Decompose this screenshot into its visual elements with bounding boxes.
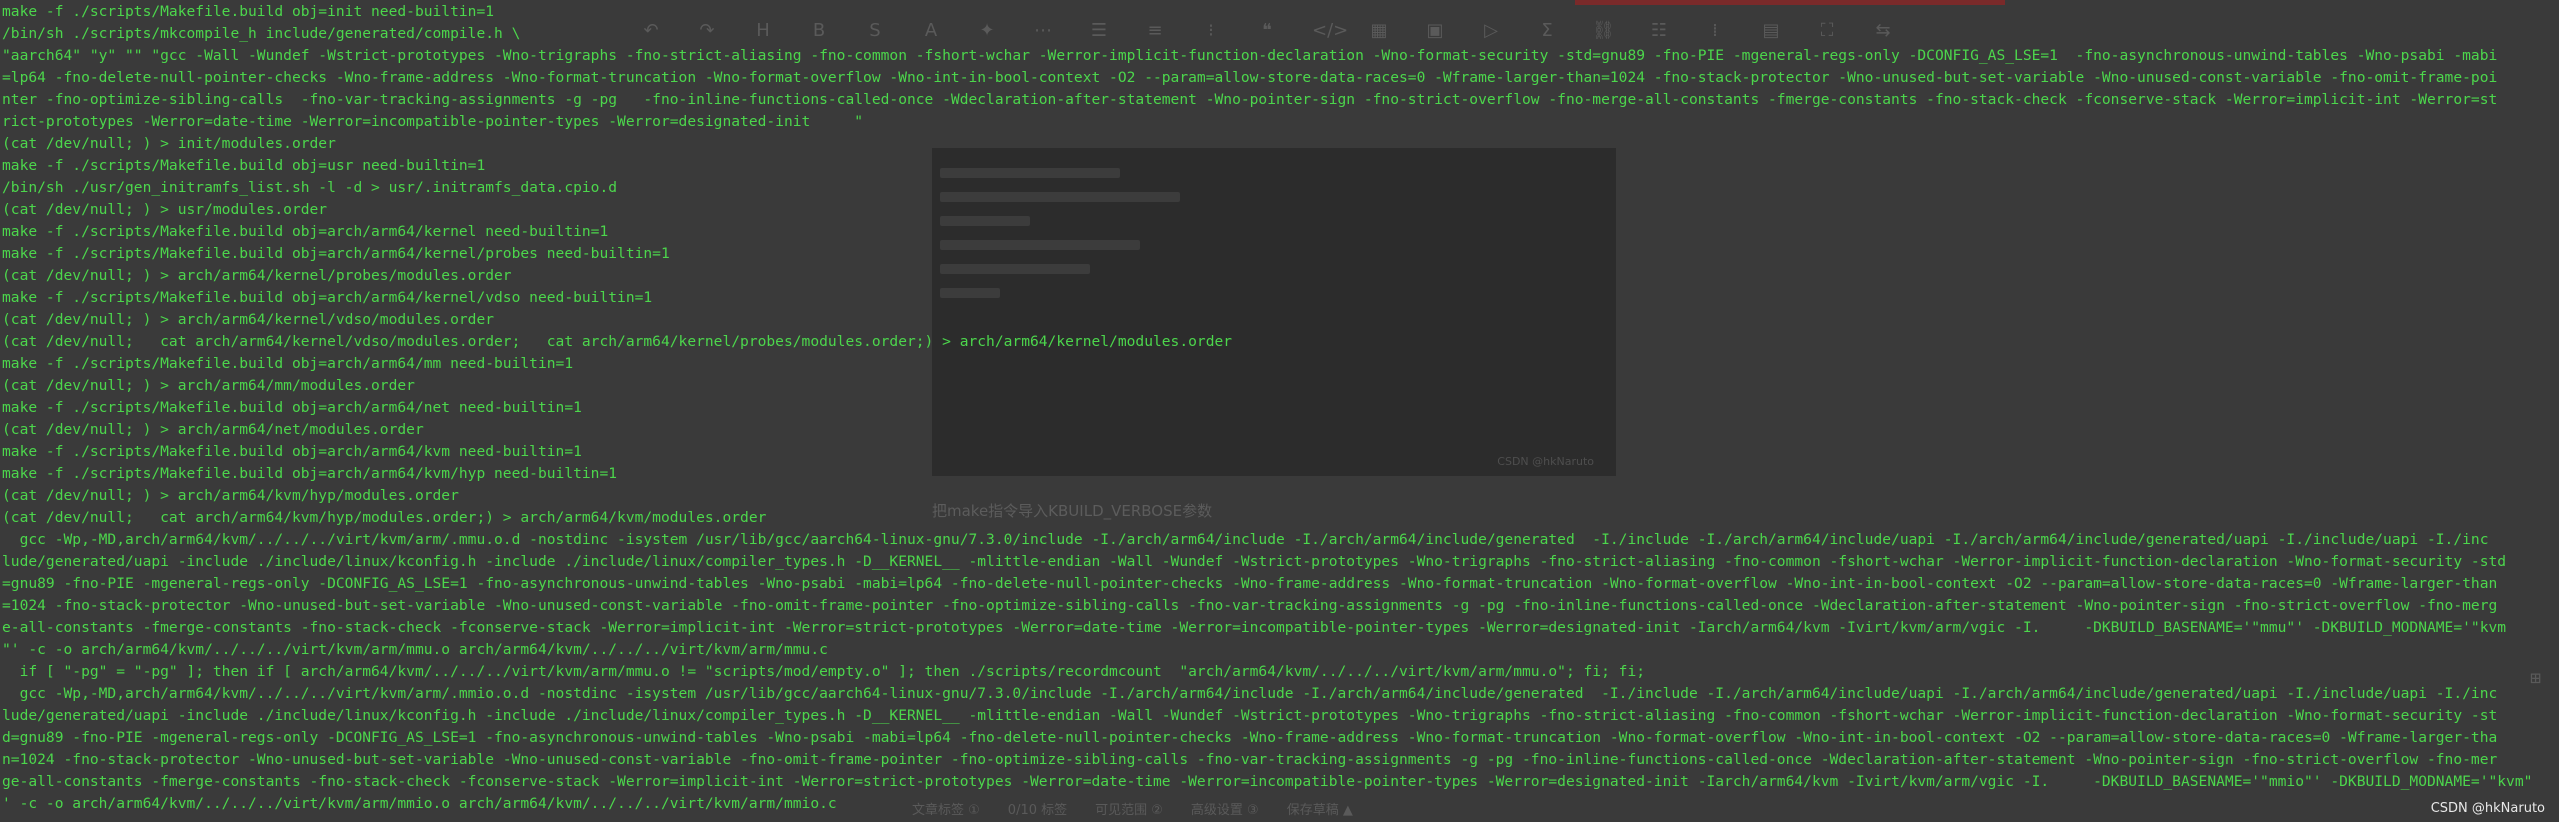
terminal-line: ge-all-constants -fmerge-constants -fno-…	[2, 773, 2533, 790]
terminal-line: make -f ./scripts/Makefile.build obj=usr…	[2, 157, 486, 174]
terminal-line: if [ "-pg" = "-pg" ]; then if [ arch/arm…	[2, 663, 1646, 680]
terminal-line: nter -fno-optimize-sibling-calls -fno-va…	[2, 91, 2498, 108]
terminal-line: (cat /dev/null; ) > arch/arm64/kvm/hyp/m…	[2, 487, 459, 504]
terminal-line: (cat /dev/null; ) > usr/modules.order	[2, 201, 328, 218]
terminal-line: n=1024 -fno-stack-protector -Wno-unused-…	[2, 751, 2498, 768]
terminal-line: lude/generated/uapi -include ./include/l…	[2, 553, 2507, 570]
terminal-line: make -f ./scripts/Makefile.build obj=arc…	[2, 245, 670, 262]
terminal-line: (cat /dev/null; ) > arch/arm64/kernel/pr…	[2, 267, 512, 284]
terminal-line: make -f ./scripts/Makefile.build obj=arc…	[2, 223, 609, 240]
terminal-line: make -f ./scripts/Makefile.build obj=arc…	[2, 355, 574, 372]
terminal-line: rict-prototypes -Werror=date-time -Werro…	[2, 113, 864, 130]
terminal-line: make -f ./scripts/Makefile.build obj=arc…	[2, 465, 618, 482]
terminal-line: /bin/sh ./scripts/mkcompile_h include/ge…	[2, 25, 521, 42]
terminal-line: =lp64 -fno-delete-null-pointer-checks -W…	[2, 69, 2498, 86]
terminal-line: =1024 -fno-stack-protector -Wno-unused-b…	[2, 597, 2498, 614]
terminal-line: make -f ./scripts/Makefile.build obj=arc…	[2, 399, 582, 416]
terminal-line: /bin/sh ./usr/gen_initramfs_list.sh -l -…	[2, 179, 618, 196]
terminal-line: make -f ./scripts/Makefile.build obj=arc…	[2, 289, 653, 306]
terminal-output[interactable]: make -f ./scripts/Makefile.build obj=ini…	[0, 0, 2559, 822]
terminal-line: gcc -Wp,-MD,arch/arm64/kvm/../../../virt…	[2, 685, 2498, 702]
terminal-line: (cat /dev/null; ) > arch/arm64/kernel/vd…	[2, 311, 495, 328]
terminal-line: d=gnu89 -fno-PIE -mgeneral-regs-only -DC…	[2, 729, 2498, 746]
csdn-watermark: CSDN @hkNaruto	[2430, 801, 2545, 816]
terminal-line: make -f ./scripts/Makefile.build obj=ini…	[2, 3, 495, 20]
terminal-line: ' -c -o arch/arm64/kvm/../../../virt/kvm…	[2, 795, 837, 812]
terminal-line: lude/generated/uapi -include ./include/l…	[2, 707, 2498, 724]
terminal-line: =gnu89 -fno-PIE -mgeneral-regs-only -DCO…	[2, 575, 2498, 592]
terminal-line: make -f ./scripts/Makefile.build obj=arc…	[2, 443, 582, 460]
terminal-line: (cat /dev/null; ) > arch/arm64/net/modul…	[2, 421, 424, 438]
terminal-line: (cat /dev/null; ) > init/modules.order	[2, 135, 336, 152]
terminal-line: (cat /dev/null; cat arch/arm64/kvm/hyp/m…	[2, 509, 767, 526]
terminal-line: (cat /dev/null; cat arch/arm64/kernel/vd…	[2, 333, 1233, 350]
terminal-line: gcc -Wp,-MD,arch/arm64/kvm/../../../virt…	[2, 531, 2489, 548]
terminal-line: e-all-constants -fmerge-constants -fno-s…	[2, 619, 2507, 636]
terminal-line: "aarch64" "y" "" "gcc -Wall -Wundef -Wst…	[2, 47, 2498, 64]
terminal-line: (cat /dev/null; ) > arch/arm64/mm/module…	[2, 377, 415, 394]
terminal-line: "' -c -o arch/arm64/kvm/../../../virt/kv…	[2, 641, 828, 658]
